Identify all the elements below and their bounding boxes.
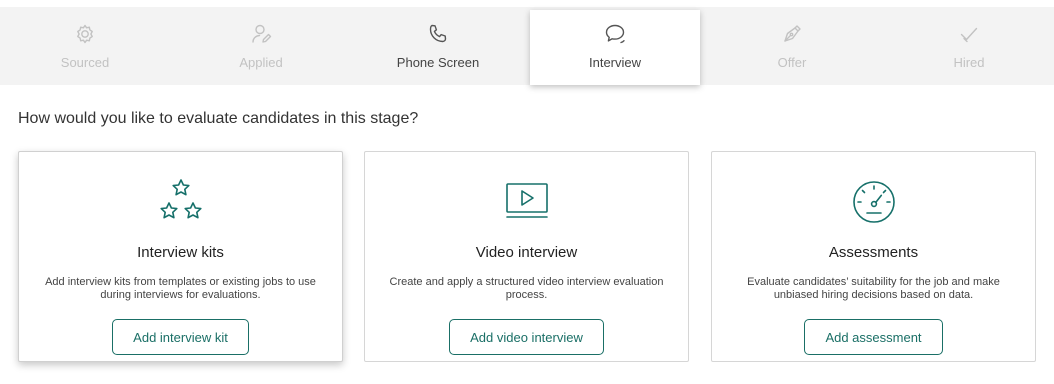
stage-tab-phone-screen[interactable]: Phone Screen [353,7,523,85]
pen-nib-icon [781,21,803,47]
card-description: Add interview kits from templates or exi… [45,276,316,301]
stage-tab-applied[interactable]: Applied [176,7,346,85]
chat-bubble-icon [603,21,627,47]
gauge-icon [850,170,898,234]
stage-label: Applied [239,55,283,70]
card-description: Evaluate candidates’ suitability for the… [747,276,1000,301]
stage-label: Offer [777,55,807,70]
add-interview-kit-button[interactable]: Add interview kit [112,319,249,355]
card-title: Video interview [475,244,578,261]
gear-icon [74,21,96,47]
checkmark-icon [958,21,980,47]
card-assessments[interactable]: Assessments Evaluate candidates’ suitabi… [711,151,1036,362]
stage-label: Sourced [60,55,110,70]
stage-tab-offer[interactable]: Offer [707,7,877,85]
card-title: Interview kits [137,244,224,261]
card-interview-kits[interactable]: Interview kits Add interview kits from t… [18,151,343,362]
user-edit-icon [250,21,272,47]
card-description: Create and apply a structured video inte… [389,276,664,301]
stage-label: Hired [953,55,985,70]
stars-icon [155,170,207,234]
stage-tab-interview[interactable]: Interview [530,10,700,85]
stage-tab-sourced[interactable]: Sourced [0,7,170,85]
card-title: Assessments [828,244,919,261]
add-assessment-button[interactable]: Add assessment [804,319,943,355]
page-question: How would you like to evaluate candidate… [18,110,419,127]
video-play-icon [503,170,551,234]
stage-tab-hired[interactable]: Hired [884,7,1054,85]
card-video-interview[interactable]: Video interview Create and apply a struc… [364,151,689,362]
phone-icon [427,21,449,47]
add-video-interview-button[interactable]: Add video interview [449,319,604,355]
stage-label: Interview [588,55,642,70]
stage-label: Phone Screen [396,55,480,70]
